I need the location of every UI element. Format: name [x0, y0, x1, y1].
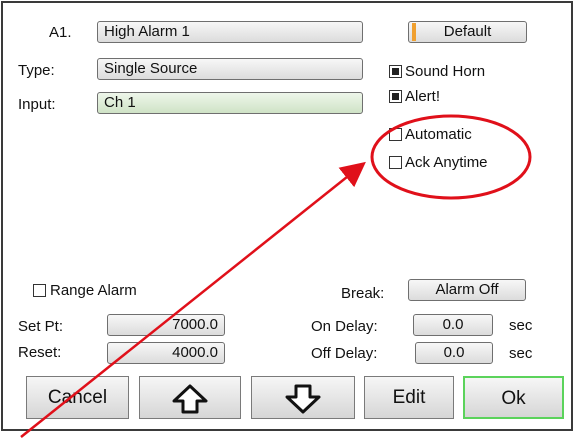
annotation-circle [370, 114, 532, 200]
annotation-overlay [20, 114, 532, 438]
annotation-arrow [20, 161, 366, 438]
